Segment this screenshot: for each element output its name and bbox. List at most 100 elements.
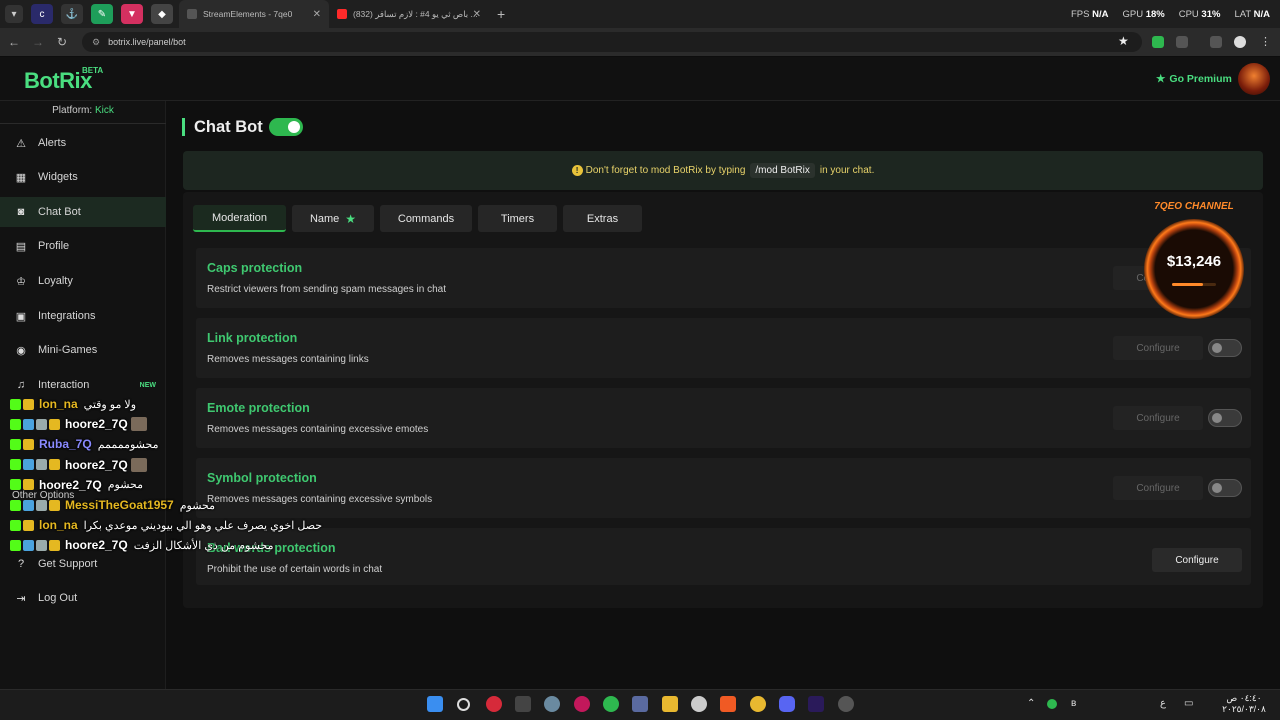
pinned-tab-1[interactable]: c	[31, 4, 53, 24]
sidebar-item-interaction[interactable]: ♫ Interaction NEW	[0, 370, 166, 400]
star-icon: ★	[345, 211, 357, 226]
chat-text: ولا مو وقتي	[83, 398, 137, 411]
sidebar-item-widgets[interactable]: ▦ Widgets	[0, 162, 166, 192]
chat-badge-icon	[10, 519, 21, 531]
tray-chevron-icon[interactable]: ⌃	[1027, 698, 1035, 709]
youtube-icon	[337, 9, 347, 19]
star-icon: ★	[1156, 73, 1166, 85]
tab-streamelements[interactable]: StreamElements - 7qe0 ✕	[179, 0, 329, 28]
sidebar-item-get-support[interactable]: ? Get Support	[0, 549, 166, 579]
extensions-puzzle-icon[interactable]	[1176, 36, 1188, 48]
sidebar-item-profile[interactable]: ▤ Profile	[0, 231, 166, 261]
new-tab-button[interactable]: +	[497, 6, 505, 22]
help-icon: ?	[17, 558, 25, 570]
steam-icon[interactable]	[691, 696, 707, 712]
chat-badge-icon	[10, 479, 21, 491]
premiere-pro-icon[interactable]	[808, 696, 824, 712]
tab-youtube[interactable]: (832) باص ثي يو 4# : لازم تسافر ... ✕	[329, 0, 489, 28]
close-tab-icon[interactable]: ✕	[313, 9, 321, 20]
symbol-configure-button[interactable]: Configure	[1113, 476, 1203, 500]
chat-badge-icon	[23, 499, 34, 511]
tab-moderation[interactable]: Moderation	[193, 205, 286, 232]
chat-badge-icon	[23, 519, 34, 531]
search-icon[interactable]	[457, 698, 470, 711]
app-icon-2[interactable]	[515, 696, 531, 712]
taskbar-clock[interactable]: ٠٤:٤٠ ص ٢٠٢٥/٠٣/٠٨	[1214, 693, 1274, 715]
tray-network-icon[interactable]: ▭	[1184, 698, 1193, 709]
chat-badge-icon	[23, 398, 34, 410]
new-badge: NEW	[139, 381, 156, 389]
chat-badge-icon	[49, 499, 60, 511]
bad-words-configure-button[interactable]: Configure	[1152, 548, 1242, 572]
chat-badge-icon	[49, 459, 60, 471]
windows-start-icon[interactable]	[427, 696, 443, 712]
chat-badge-icon	[23, 539, 34, 551]
card-description: Removes messages containing links	[207, 354, 369, 365]
sidebar-item-loyalty[interactable]: ♔ Loyalty	[0, 266, 166, 296]
go-premium-button[interactable]: ★ Go Premium	[1156, 73, 1232, 85]
chat-badge-icon	[10, 418, 21, 430]
discord-icon[interactable]	[779, 696, 795, 712]
sidebar-item-alerts[interactable]: ⚠ Alerts	[0, 128, 166, 158]
page-title: Chat Bot	[182, 118, 263, 136]
mod-command: /mod BotRix	[750, 163, 815, 178]
tray-language-icon[interactable]: ع	[1160, 698, 1166, 709]
emote-protection-toggle[interactable]	[1208, 409, 1242, 427]
anchor-icon	[187, 9, 197, 19]
link-protection-toggle[interactable]	[1208, 339, 1242, 357]
browser-toolbar: ← → ↻ ⚙ botrix.live/panel/bot ★ ⋮	[0, 28, 1280, 56]
tab-commands[interactable]: Commands	[380, 205, 472, 232]
pinned-tab-5[interactable]: ◆	[151, 4, 173, 24]
back-icon[interactable]: ←	[4, 35, 24, 49]
forward-icon[interactable]: →	[28, 35, 48, 49]
browser-tab-strip: ▾ c ⚓ ✎ ▼ ◆ StreamElements - 7qe0 ✕ (832…	[0, 0, 1280, 28]
overlay-channel-name: 7QEO CHANNEL	[1154, 201, 1234, 212]
app-icon-5[interactable]	[632, 696, 648, 712]
tab-extras[interactable]: Extras	[563, 205, 642, 232]
app-icon-1[interactable]	[486, 696, 502, 712]
link-configure-button[interactable]: Configure	[1113, 336, 1203, 360]
app-icon-4[interactable]	[603, 696, 619, 712]
tray-app-icon[interactable]	[1047, 699, 1057, 709]
reload-icon[interactable]: ↻	[52, 35, 72, 49]
card-description: Restrict viewers from sending spam messa…	[207, 284, 446, 295]
menu-dots-icon[interactable]: ⋮	[1260, 36, 1272, 48]
pinned-tab-2[interactable]: ⚓	[61, 4, 83, 24]
profile-icon[interactable]	[1234, 36, 1246, 48]
extension-icon[interactable]	[1152, 36, 1164, 48]
chrome-icon[interactable]	[750, 696, 766, 712]
sidebar-item-chat-bot[interactable]: ◙ Chat Bot	[0, 197, 166, 227]
app-icon-3[interactable]	[574, 696, 590, 712]
emote-configure-button[interactable]: Configure	[1113, 406, 1203, 430]
tab-name[interactable]: Name ★	[292, 205, 374, 232]
gamepad-icon: ◉	[16, 344, 26, 357]
settings-gear-icon[interactable]	[544, 696, 560, 712]
grid-icon: ▦	[15, 171, 27, 184]
file-explorer-icon[interactable]	[662, 696, 678, 712]
pinned-tab-4[interactable]: ▼	[121, 4, 143, 24]
address-bar[interactable]: ⚙ botrix.live/panel/bot	[82, 32, 1142, 52]
bookmark-star-icon[interactable]: ★	[1118, 34, 1129, 48]
sidebar-item-mini-games[interactable]: ◉ Mini-Games	[0, 335, 166, 365]
tab-timers[interactable]: Timers	[478, 205, 557, 232]
symbol-protection-toggle[interactable]	[1208, 479, 1242, 497]
chat-message: hoore2_7Q محشوم	[10, 478, 143, 492]
obs-icon[interactable]	[838, 696, 854, 712]
avatar[interactable]	[1238, 63, 1270, 95]
bad-words-protection-card: Bad words protection Prohibit the use of…	[196, 528, 1251, 585]
close-tab-icon[interactable]: ✕	[473, 9, 481, 20]
chat-badge-icon	[10, 499, 21, 511]
site-info-icon[interactable]: ⚙	[92, 37, 100, 48]
chat-text: محشوممممم	[97, 438, 159, 451]
brave-icon[interactable]	[720, 696, 736, 712]
tab-search-icon[interactable]: ▾	[5, 5, 23, 23]
tray-bluetooth-icon[interactable]: ʙ	[1071, 698, 1076, 709]
chat-bot-toggle[interactable]	[269, 118, 303, 136]
pinned-tab-3[interactable]: ✎	[91, 4, 113, 24]
chat-badge-icon	[10, 539, 21, 551]
trophy-icon: ♔	[16, 275, 26, 288]
sidebar-item-log-out[interactable]: ⇥ Log Out	[0, 583, 166, 613]
sidebar-item-integrations[interactable]: ▣ Integrations	[0, 301, 166, 331]
tab-title: StreamElements - 7qe0	[203, 9, 293, 19]
reading-list-icon[interactable]	[1210, 36, 1222, 48]
